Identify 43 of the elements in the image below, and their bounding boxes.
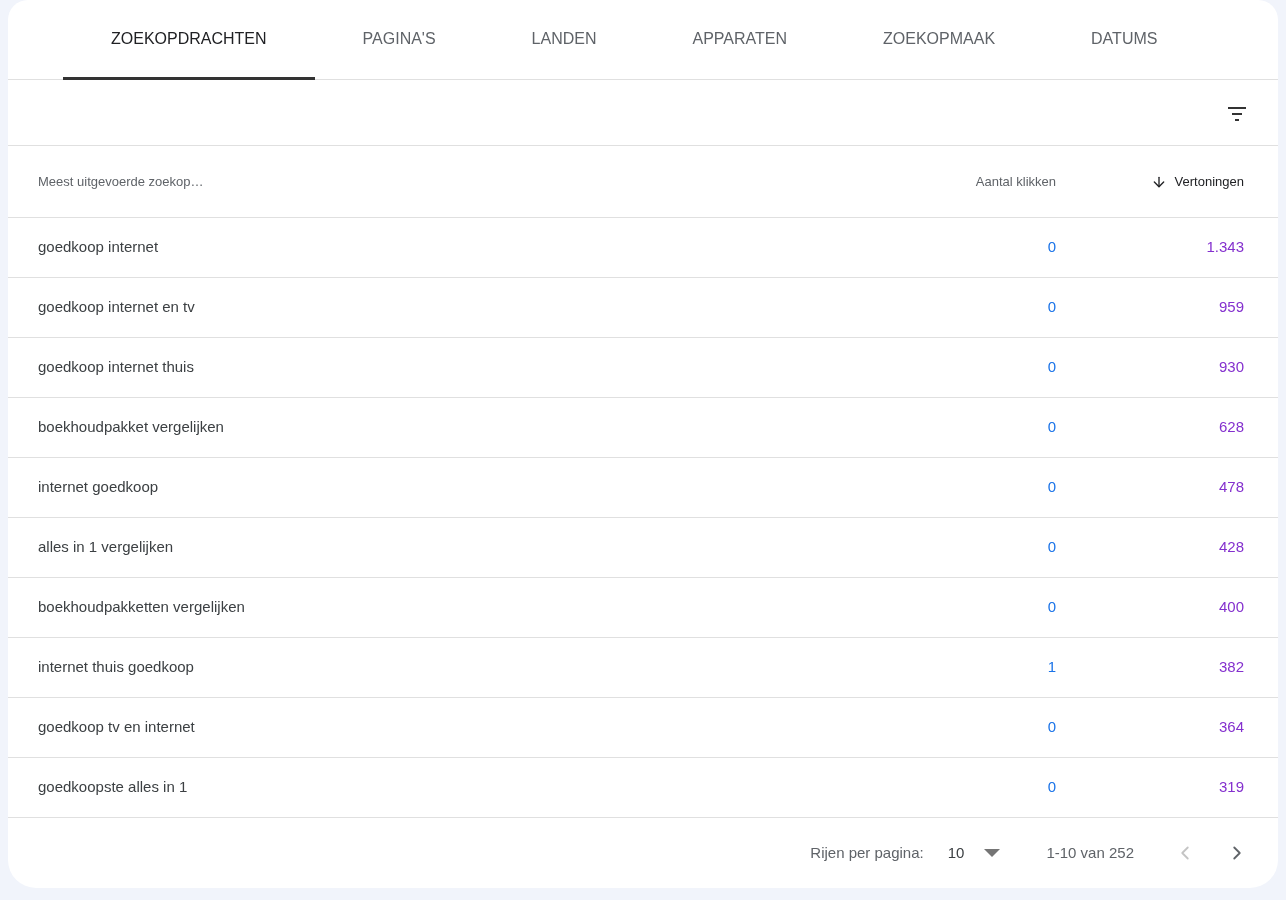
table-cell-text: 0	[1047, 717, 1056, 738]
table-cell-text: 930	[1218, 357, 1244, 378]
table-cell: goedkoopste alles in 1	[38, 778, 188, 796]
table-cell-text: 959	[1218, 297, 1244, 318]
table-cell-text: 319	[1218, 777, 1244, 798]
page-range: 1-10 van 252	[1046, 842, 1134, 863]
column-header[interactable]: Aantal klikken	[975, 171, 1056, 192]
column-header[interactable]: Vertoningen	[1150, 171, 1244, 192]
table-cell-text: 428	[1218, 537, 1244, 558]
tab[interactable]: APPARATEN	[644, 0, 836, 80]
table-cell-text: 0	[1047, 417, 1056, 438]
table-cell-text: 0	[1047, 777, 1056, 798]
rows-per-page-label: Rijen per pagina:	[810, 842, 924, 863]
table-cell: internet goedkoop	[38, 478, 159, 496]
rows-per-page-dropdown[interactable]: 10	[947, 841, 1001, 865]
table-cell-text: 628	[1218, 417, 1244, 438]
table-cell-text: 0	[1047, 537, 1056, 558]
table-cell: goedkoop internet thuis	[38, 358, 194, 376]
table-cell-text: 0	[1047, 297, 1056, 318]
dropdown-caret-icon	[984, 849, 1001, 857]
tab[interactable]: LANDEN	[483, 0, 645, 80]
tab[interactable]: ZOEKOPMAAK	[835, 0, 1044, 80]
column-header[interactable]: Meest uitgevoerde zoekop…	[38, 171, 856, 192]
table-cell-text: 382	[1218, 657, 1244, 678]
table-cell: internet thuis goedkoop	[38, 658, 194, 676]
table-cell-text: 0	[1047, 597, 1056, 618]
table-cell: boekhoudpakket vergelijken	[38, 418, 224, 436]
table-cell-text: 478	[1218, 477, 1244, 498]
table-cell-text: 1.343	[1206, 237, 1244, 258]
tab[interactable]: ZOEKOPDRACHTEN	[63, 0, 315, 80]
table-cell-text: 400	[1218, 597, 1244, 618]
table-cell: goedkoop internet en tv	[38, 298, 195, 316]
tab[interactable]: DATUMS	[1043, 0, 1206, 80]
table-cell: goedkoop internet	[38, 238, 159, 256]
table-cell-text: 0	[1047, 357, 1056, 378]
table-cell-text: 0	[1047, 477, 1056, 498]
table-cell-text: 364	[1218, 717, 1244, 738]
table-cell: alles in 1 vergelijken	[38, 538, 174, 556]
table-cell-text: 0	[1047, 237, 1056, 258]
table-cell-text: 1	[1047, 657, 1056, 678]
tab[interactable]: PAGINA'S	[314, 0, 484, 80]
table-cell: goedkoop tv en internet	[38, 718, 195, 736]
table-cell: boekhoudpakketten vergelijken	[38, 598, 245, 616]
